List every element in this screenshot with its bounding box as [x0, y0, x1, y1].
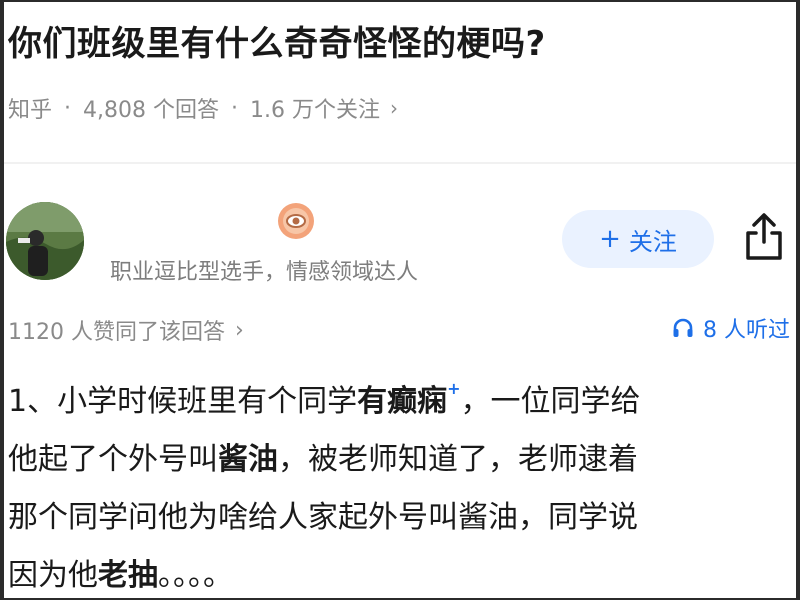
answer-text: 。。。。 — [158, 558, 233, 593]
sparkle-icon: + — [447, 379, 461, 398]
answer-bold-text: 老抽 — [98, 558, 158, 593]
term-link-text: 癫痫 — [387, 384, 448, 419]
answer-bold-text: 酱油 — [218, 442, 278, 477]
follow-button[interactable]: + 关注 — [562, 210, 714, 268]
screenshot-frame: 你们班级里有什么奇奇怪怪的梗吗? 知乎 · 4,808 个回答 · 1.6 万个… — [4, 2, 796, 598]
author-avatar[interactable] — [6, 202, 84, 280]
answer-line: 那个同学问他为啥给人家起外号叫酱油，同学说 — [8, 489, 794, 547]
answer-line: 1、小学时候班里有个同学有癫痫+，一位同学给 — [8, 366, 794, 431]
vote-count[interactable]: 1120 人赞同了该回答 › — [8, 314, 244, 346]
section-divider — [4, 162, 796, 164]
answer-line: 因为他老抽。。。。 — [8, 547, 794, 598]
share-icon[interactable] — [742, 212, 786, 262]
source-label: 知乎 — [8, 98, 53, 123]
answer-text: 他起了个外号叫 — [8, 442, 218, 477]
answer-text: 因为他 — [8, 558, 98, 593]
chevron-right-icon: › — [389, 96, 398, 120]
headphones-icon — [673, 318, 693, 337]
answer-text: 那个同学问他为啥给人家起外号叫酱油，同学说 — [8, 500, 638, 535]
answer-count: 4,808 个回答 — [83, 98, 219, 123]
eye-badge-icon — [277, 202, 315, 240]
answer-body: 1、小学时候班里有个同学有癫痫+，一位同学给 他起了个外号叫酱油，被老师知道了，… — [8, 366, 794, 598]
listen-count-label: 8 人听过 — [703, 318, 790, 343]
question-title[interactable]: 你们班级里有什么奇奇怪怪的梗吗? — [8, 16, 546, 65]
answer-text: 1、小学时候班里有个同学 — [8, 384, 358, 419]
answer-bold-text: 有 — [357, 384, 388, 419]
chevron-right-icon: › — [234, 317, 244, 343]
answer-line: 他起了个外号叫酱油，被老师知道了，老师逮着 — [8, 431, 794, 489]
follower-count: 1.6 万个关注 — [250, 98, 380, 123]
vote-count-label: 1120 人赞同了该回答 — [8, 320, 225, 345]
meta-separator: · — [231, 95, 238, 121]
listen-count[interactable]: 8 人听过 — [671, 312, 790, 344]
answer-text: ，一位同学给 — [460, 384, 641, 419]
answer-text: ，被老师知道了，老师逮着 — [278, 442, 638, 477]
follow-label: 关注 — [628, 227, 677, 256]
question-meta[interactable]: 知乎 · 4,808 个回答 · 1.6 万个关注 › — [8, 92, 398, 124]
term-link[interactable]: 癫痫+ — [387, 379, 460, 419]
plus-icon: + — [599, 224, 621, 254]
meta-separator: · — [64, 95, 72, 121]
author-description: 职业逗比型选手，情感领域达人 — [110, 260, 419, 285]
